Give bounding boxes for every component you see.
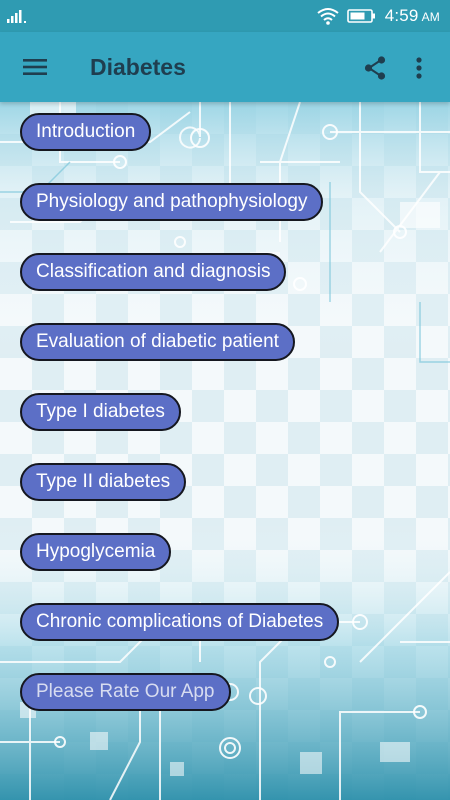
page-title: Diabetes <box>90 54 186 80</box>
signal-icon <box>7 10 26 23</box>
status-bar: 4:59 AM <box>0 0 450 32</box>
menu-item-evaluation[interactable]: Evaluation of diabetic patient <box>20 323 295 361</box>
menu-item-chronic-complications[interactable]: Chronic complications of Diabetes <box>20 603 340 641</box>
menu-item-type-1-diabetes[interactable]: Type I diabetes <box>20 393 181 431</box>
status-time: 4:59 AM <box>385 6 440 26</box>
status-time-ampm: AM <box>421 10 440 24</box>
overflow-menu-button[interactable] <box>408 53 430 83</box>
menu-item-classification[interactable]: Classification and diagnosis <box>20 253 287 291</box>
topic-menu-list: Introduction Physiology and pathophysiol… <box>0 102 450 800</box>
rate-app-button[interactable]: Please Rate Our App <box>20 673 231 711</box>
menu-item-introduction[interactable]: Introduction <box>20 113 152 151</box>
share-button[interactable] <box>360 53 390 83</box>
menu-item-hypoglycemia[interactable]: Hypoglycemia <box>20 533 172 571</box>
battery-icon <box>346 9 375 23</box>
app-bar: Diabetes <box>0 32 450 102</box>
hamburger-menu-button[interactable] <box>18 52 52 82</box>
status-time-value: 4:59 <box>384 6 419 25</box>
wifi-icon <box>317 8 339 25</box>
status-right-group: 4:59 AM <box>317 0 440 32</box>
menu-item-type-2-diabetes[interactable]: Type II diabetes <box>20 463 187 501</box>
share-icon <box>364 56 386 80</box>
hamburger-menu-icon <box>23 59 47 75</box>
menu-item-physiology[interactable]: Physiology and pathophysiology <box>20 183 324 221</box>
overflow-menu-icon <box>416 57 422 79</box>
app-screen: 4:59 AM Diabetes Introduction Physiology… <box>0 0 450 800</box>
